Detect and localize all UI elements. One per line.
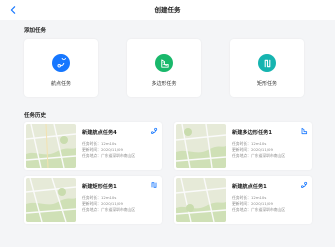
history-item-2[interactable]: 新建多边形任务1 任务时长：12m10s 更新时间：2020/11/09 任务地… [174, 122, 312, 170]
history-item-location: 任务地点：广东省深圳市南山区 [82, 207, 136, 212]
polygon-task-icon [155, 54, 173, 72]
rectangle-task-label: 矩形任务 [256, 81, 277, 87]
history-item-location: 任务地点：广东省深圳市南山区 [232, 153, 286, 158]
waypoint-task-label: 航点任务 [50, 81, 71, 87]
waypoint-route-icon [52, 54, 70, 72]
waypoint-route-icon [149, 126, 158, 135]
history-item-name: 新建航点任务1 [232, 184, 267, 190]
history-item-1[interactable]: 新建航点任务4 任务时长：12m10s 更新时间：2020/11/09 任务地点… [24, 122, 162, 170]
task-history-section-label: 任务历史 [24, 113, 47, 119]
polygon-task-label: 多边形任务 [151, 81, 177, 87]
history-item-4[interactable]: 新建航点任务1 任务时长：12m10s 更新时间：2020/11/09 任务地点… [174, 176, 312, 224]
polygon-task-card[interactable]: 多边形任务 [127, 39, 201, 97]
map-thumbnail [176, 178, 226, 222]
history-item-name: 新建多边形任务1 [232, 130, 272, 136]
rectangle-task-icon [149, 180, 158, 189]
history-item-3[interactable]: 新建矩形任务1 任务时长：12m10s 更新时间：2020/11/09 任务地点… [24, 176, 162, 224]
history-item-name: 新建航点任务4 [82, 130, 117, 136]
history-item-location: 任务地点：广东省深圳市南山区 [82, 153, 136, 158]
page-title: 创建任务 [154, 6, 181, 14]
top-bar: 创建任务 [0, 0, 335, 20]
map-thumbnail [26, 178, 76, 222]
add-task-section-label: 添加任务 [24, 28, 47, 34]
map-thumbnail [176, 124, 226, 168]
history-item-name: 新建矩形任务1 [82, 184, 117, 190]
history-item-location: 任务地点：广东省深圳市南山区 [232, 207, 286, 212]
rectangle-task-icon [258, 54, 276, 72]
waypoint-task-card[interactable]: 航点任务 [24, 39, 98, 97]
rectangle-task-card[interactable]: 矩形任务 [230, 39, 304, 97]
waypoint-route-icon [299, 180, 308, 189]
polygon-task-icon [299, 126, 308, 135]
map-thumbnail [26, 124, 76, 168]
